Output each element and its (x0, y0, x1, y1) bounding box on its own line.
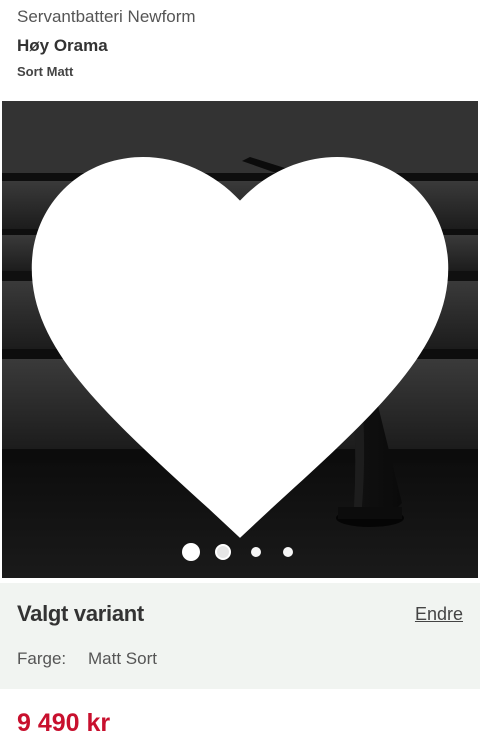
heart-icon[interactable] (2, 101, 478, 578)
product-variant-name: Sort Matt (17, 64, 74, 79)
product-image-gallery[interactable] (2, 101, 478, 578)
color-value: Matt Sort (88, 649, 157, 668)
change-variant-link[interactable]: Endre (415, 604, 463, 625)
color-label: Farge: (17, 649, 67, 668)
carousel-dot-2[interactable] (215, 544, 231, 560)
carousel-dot-4[interactable] (283, 547, 293, 557)
product-category-brand: Servantbatteri Newform (17, 7, 196, 26)
carousel-dots (2, 542, 478, 562)
color-row: Farge: Matt Sort (17, 649, 157, 669)
product-price: 9 490 kr (17, 709, 111, 737)
selected-variant-title: Valgt variant (17, 601, 144, 626)
product-name: Høy Orama (17, 36, 108, 55)
carousel-dot-3[interactable] (251, 547, 261, 557)
carousel-dot-1[interactable] (182, 543, 200, 561)
selected-variant-panel: Valgt variant Endre Farge: Matt Sort (0, 583, 480, 689)
